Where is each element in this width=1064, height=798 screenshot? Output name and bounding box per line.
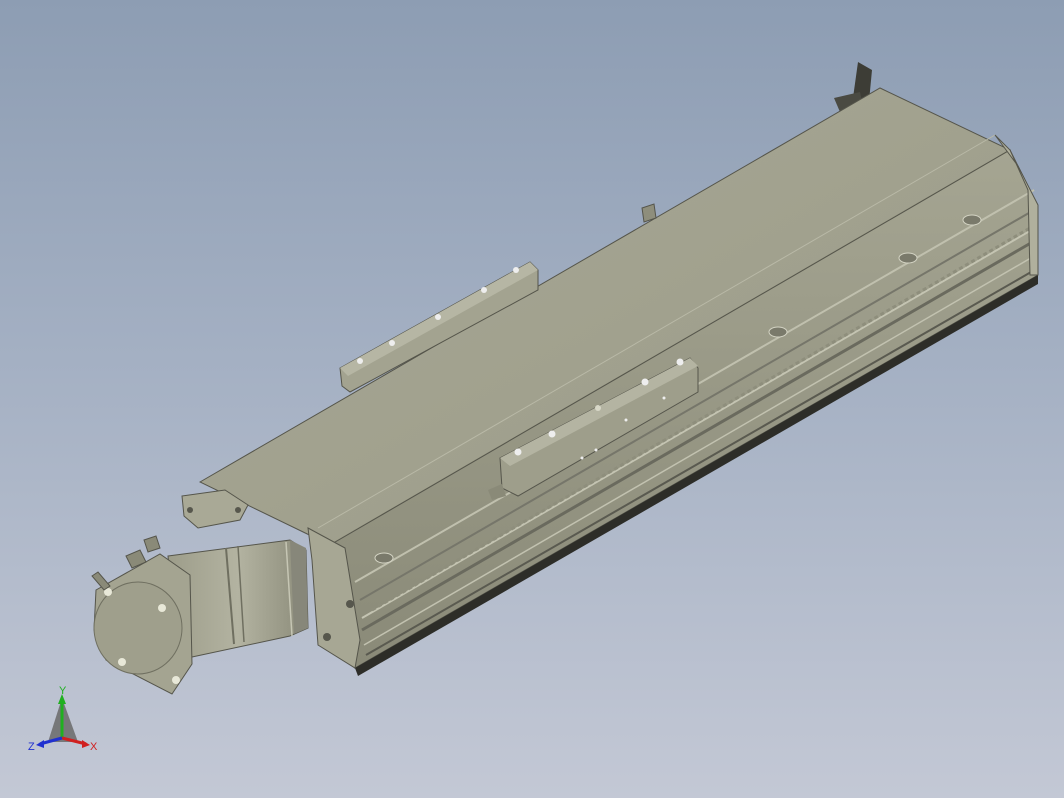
actuator-body (198, 87, 1039, 676)
y-axis-label: Y (59, 685, 67, 697)
z-axis-label: Z (28, 741, 35, 753)
cad-viewport[interactable]: Y X Z (0, 0, 1064, 798)
x-arrowhead-icon (82, 740, 90, 748)
x-axis-label: X (90, 741, 98, 753)
z-arrowhead-icon (36, 740, 44, 748)
servo-motor (91, 535, 309, 695)
axis-triad[interactable]: Y X Z (26, 684, 106, 756)
linear-actuator-model[interactable] (0, 0, 1064, 798)
